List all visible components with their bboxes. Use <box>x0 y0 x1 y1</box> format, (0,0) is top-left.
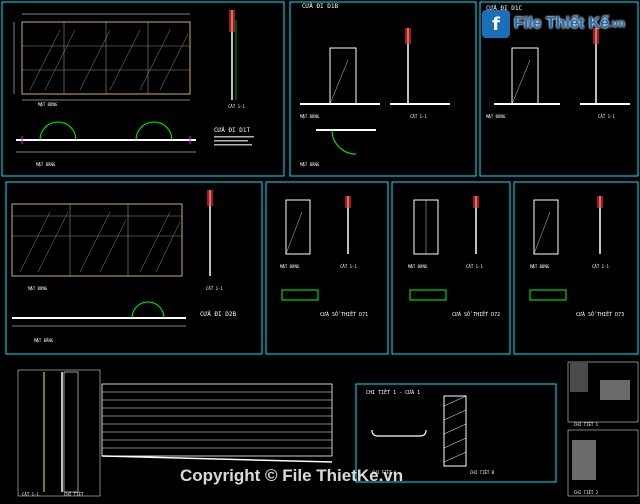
label-elevation: MẶT ĐỨNG <box>280 264 300 269</box>
sheet-mid-4: CỬA SỔ THIẾT D73 MẶT ĐỨNG CẮT 1-1 <box>513 181 639 355</box>
label-section: CẮT 1-1 <box>598 114 615 119</box>
sheet-title: CỬA SỔ THIẾT D71 <box>320 310 368 318</box>
brand-logo[interactable]: f File Thiết Kế .vn <box>482 6 632 42</box>
label-detail-b: CHI TIẾT B <box>470 470 495 475</box>
label-section: CẮT 1-1 <box>22 492 39 497</box>
label-elevation: MẶT ĐỨNG <box>530 264 550 269</box>
brand-suffix: .vn <box>609 18 626 30</box>
sheet-mid-3: CỬA SỔ THIẾT D72 MẶT ĐỨNG CẮT 1-1 <box>391 181 511 355</box>
label-elevation: MẶT ĐỨNG <box>486 114 506 119</box>
sheet-mid-left: MẶT ĐỨNG CẮT 1-1 MẶT BẰNG CỬA ĐI D2B <box>5 181 263 355</box>
copyright-watermark: Copyright © File ThietKe.vn <box>180 466 404 485</box>
label-section: CẮT 1-1 <box>592 264 609 269</box>
label-plan: MẶT BẰNG <box>300 162 320 167</box>
label-plan: MẶT BẰNG <box>36 162 56 167</box>
brand-logo-icon: f <box>482 10 510 38</box>
sheet-title: CỬA ĐI D1B <box>302 3 339 10</box>
sheet-top-mid: CỬA ĐI D1B MẶT ĐỨNG CẮT 1-1 MẶT BẰNG <box>289 1 477 177</box>
label-plan: MẶT BẰNG <box>34 338 54 343</box>
brand-name: File Thiết Kế <box>514 15 610 32</box>
label-elevation: MẶT ĐỨNG <box>38 102 58 107</box>
cad-drawing-canvas[interactable]: MẶT ĐỨNG CẮT 1-1 MẶT BẰNG CỬA ĐI D1T CỬA… <box>0 0 640 504</box>
label-section: CẮT 1-1 <box>228 104 245 109</box>
label-elevation: MẶT ĐỨNG <box>300 114 320 119</box>
sheet-title: CỬA ĐI D2B <box>200 311 237 318</box>
label-section: CẮT 1-1 <box>340 264 357 269</box>
label-section: CẮT 1-1 <box>466 264 483 269</box>
sheet-title: CHI TIẾT 1 - CỬA 1 <box>366 388 420 396</box>
label-detail: CHI TIẾT <box>64 492 84 497</box>
sheet-top-left: MẶT ĐỨNG CẮT 1-1 MẶT BẰNG CỬA ĐI D1T <box>1 1 285 177</box>
label-elevation: MẶT ĐỨNG <box>28 286 48 291</box>
sheet-mid-2: CỬA SỔ THIẾT D71 MẶT ĐỨNG CẮT 1-1 <box>265 181 389 355</box>
label-section: CẮT 1-1 <box>410 114 427 119</box>
label-section: CẮT 1-1 <box>206 286 223 291</box>
label-elevation: MẶT ĐỨNG <box>408 264 428 269</box>
sheet-title: CỬA SỔ THIẾT D73 <box>576 310 624 318</box>
sheet-title: CỬA SỔ THIẾT D72 <box>452 310 500 318</box>
sheet-title: CỬA ĐI D1T <box>214 127 251 134</box>
label-detail-2: CHI TIẾT 2 <box>574 490 599 495</box>
sheet-bottom-right: CHI TIẾT 1 CHI TIẾT 2 <box>567 361 639 497</box>
label-detail-1: CHI TIẾT 1 <box>574 422 599 427</box>
